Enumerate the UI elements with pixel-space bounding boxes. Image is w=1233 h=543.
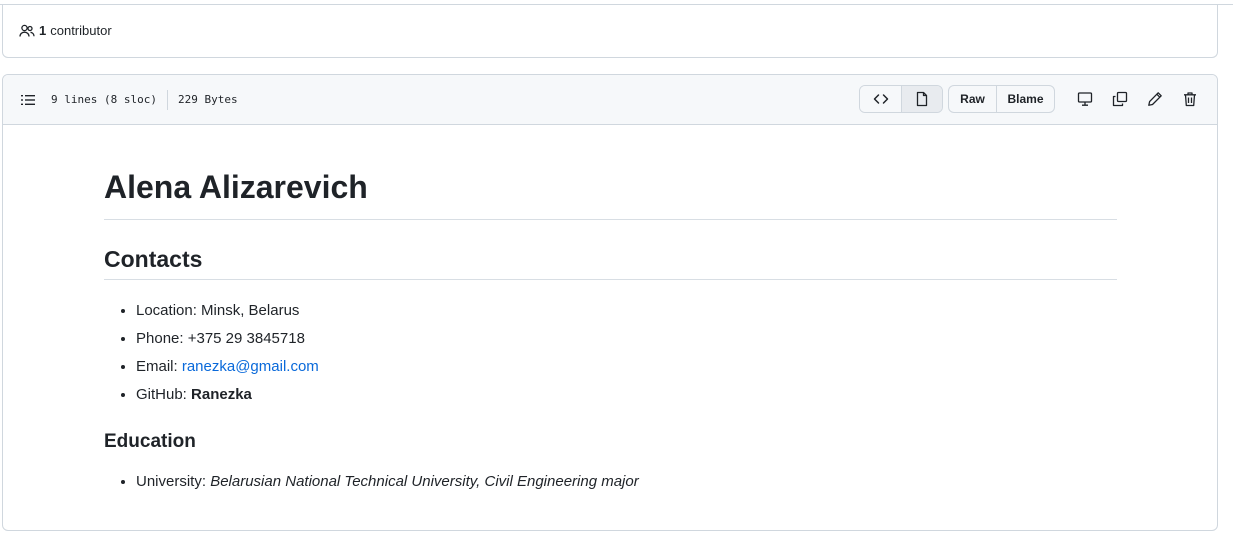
- view-toggle: [859, 85, 943, 113]
- education-list: University: Belarusian National Technica…: [104, 468, 1117, 496]
- raw-blame-group: Raw Blame: [948, 85, 1055, 113]
- trash-icon[interactable]: [1175, 85, 1205, 113]
- readme-title: Alena Alizarevich: [104, 167, 1117, 220]
- file-icon[interactable]: [901, 86, 942, 112]
- file-view: 9 lines (8 sloc) 229 Bytes Raw Blame Ale…: [2, 74, 1218, 531]
- info-divider: [166, 89, 168, 110]
- code-icon[interactable]: [860, 86, 901, 112]
- list-item: Phone: +375 29 3845718: [136, 325, 1117, 353]
- list-icon[interactable]: [19, 91, 37, 109]
- education-university: Belarusian National Technical University…: [210, 473, 639, 490]
- file-header: 9 lines (8 sloc) 229 Bytes Raw Blame: [3, 75, 1217, 125]
- people-icon: [19, 23, 35, 39]
- contact-location: Minsk, Belarus: [201, 302, 300, 319]
- email-link[interactable]: ranezka@gmail.com: [182, 358, 319, 375]
- pencil-icon[interactable]: [1140, 85, 1170, 113]
- contributors-bar: 1 contributor: [2, 4, 1218, 58]
- contact-label: GitHub:: [136, 386, 192, 403]
- contact-label: Phone:: [136, 330, 188, 347]
- list-item: Location: Minsk, Belarus: [136, 297, 1117, 325]
- readme-content: Alena Alizarevich Contacts Location: Min…: [3, 167, 1217, 496]
- contact-label: Location:: [136, 302, 202, 319]
- contributor-count[interactable]: 1: [39, 23, 46, 38]
- contact-github: Ranezka: [191, 386, 252, 403]
- list-item: University: Belarusian National Technica…: [136, 468, 1117, 496]
- blame-button[interactable]: Blame: [996, 86, 1054, 112]
- file-info: 9 lines (8 sloc) 229 Bytes: [51, 89, 238, 110]
- contact-label: Email:: [136, 358, 182, 375]
- education-heading: Education: [104, 431, 196, 452]
- contacts-heading: Contacts: [104, 246, 1117, 280]
- education-label: University:: [136, 473, 211, 490]
- contributor-label[interactable]: contributor: [50, 23, 111, 38]
- copy-icon[interactable]: [1105, 85, 1135, 113]
- file-actions: Raw Blame: [859, 85, 1205, 113]
- contacts-list: Location: Minsk, Belarus Phone: +375 29 …: [104, 297, 1117, 409]
- contact-phone: +375 29 3845718: [187, 330, 305, 347]
- list-item: Email: ranezka@gmail.com: [136, 353, 1117, 381]
- line-count: 9 lines (8 sloc): [51, 93, 157, 106]
- file-size: 229 Bytes: [177, 93, 238, 106]
- raw-button[interactable]: Raw: [949, 86, 996, 112]
- desktop-icon[interactable]: [1070, 85, 1100, 113]
- list-item: GitHub: Ranezka: [136, 381, 1117, 409]
